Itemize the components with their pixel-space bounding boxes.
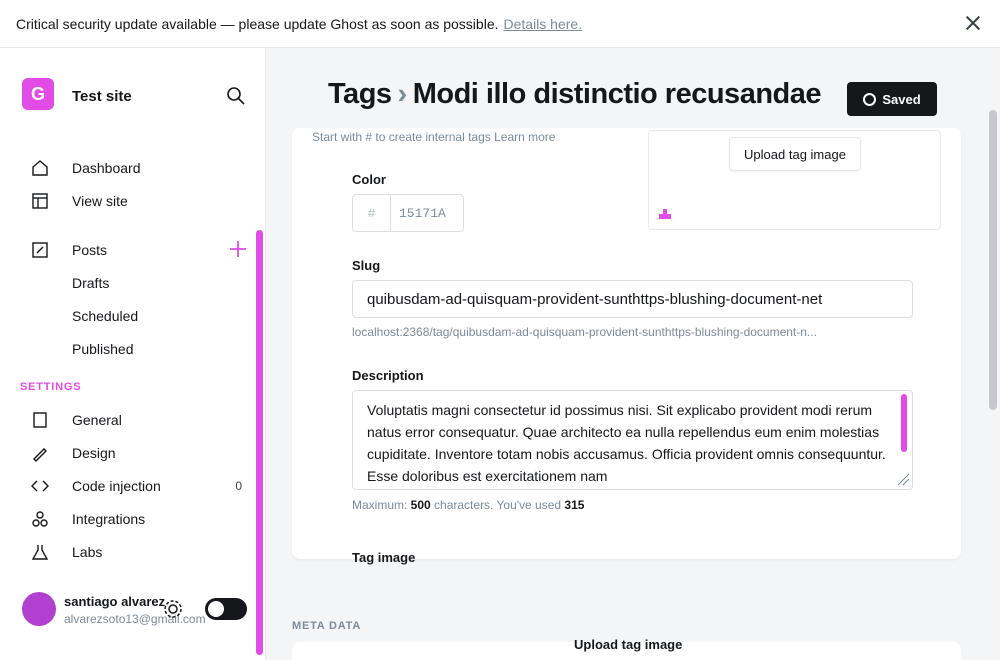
page-title: Modi illo distinctio recusandae bbox=[412, 78, 822, 110]
sidebar-item-code-injection[interactable]: Code injection 0 bbox=[30, 469, 260, 502]
main-scrollbar[interactable] bbox=[989, 110, 997, 410]
count-mid: characters. You've used bbox=[430, 498, 565, 512]
add-post-icon[interactable] bbox=[228, 239, 248, 259]
breadcrumb-tags-link[interactable]: Tags bbox=[328, 78, 392, 110]
meta-upload-tag-image-button[interactable]: Upload tag image bbox=[574, 637, 682, 652]
sidebar-item-label: General bbox=[72, 411, 122, 428]
upload-tag-image-button[interactable]: Upload tag image bbox=[729, 137, 861, 171]
home-icon bbox=[32, 159, 48, 176]
slug-label: Slug bbox=[352, 258, 381, 273]
banner-message: Critical security update available — ple… bbox=[16, 15, 499, 32]
color-value: 15171A bbox=[399, 205, 446, 221]
user-name: santiago alvarez bbox=[64, 594, 166, 609]
sidebar-item-label: Integrations bbox=[72, 510, 146, 527]
save-button-label: Saved bbox=[882, 91, 921, 107]
slug-url-preview: localhost:2368/tag/quibusdam-ad-quisquam… bbox=[352, 325, 817, 339]
sidebar-item-label: Scheduled bbox=[72, 307, 139, 324]
color-label: Color bbox=[352, 172, 386, 187]
sidebar-item-label: Design bbox=[72, 444, 116, 461]
sidebar-item-label: Labs bbox=[72, 543, 103, 560]
save-button[interactable]: Saved bbox=[847, 82, 937, 116]
breadcrumb-separator: › bbox=[397, 78, 408, 110]
description-char-count: Maximum: 500 characters. You've used 315 bbox=[352, 498, 584, 512]
upload-icon bbox=[659, 209, 671, 219]
sidebar-item-scheduled[interactable]: Scheduled bbox=[30, 299, 260, 332]
sidebar-item-labs[interactable]: Labs bbox=[30, 535, 260, 568]
tag-image-upload-area[interactable]: Upload tag image bbox=[648, 130, 941, 230]
gear-icon[interactable] bbox=[162, 598, 184, 620]
user-menu[interactable]: santiago alvarez alvarezsoto13@gmail.com bbox=[22, 588, 262, 632]
sidebar-item-label: Published bbox=[72, 340, 134, 357]
main-content: Tags › Modi illo distinctio recusandae Sav… bbox=[266, 48, 1000, 660]
integrations-icon bbox=[32, 510, 48, 527]
search-icon[interactable] bbox=[226, 86, 246, 106]
tag-name-hint: Start with # to create internal tags Lea… bbox=[312, 130, 556, 144]
description-label: Description bbox=[352, 368, 424, 383]
brush-icon bbox=[33, 447, 47, 462]
count-badge: 0 bbox=[235, 478, 242, 493]
sidebar-item-label: View site bbox=[72, 192, 128, 209]
close-icon[interactable] bbox=[964, 14, 982, 32]
slug-input[interactable]: quibusdam-ad-quisquam-provident-sunthttp… bbox=[352, 280, 913, 318]
settings-page-icon bbox=[33, 411, 47, 428]
user-email: alvarezsoto13@gmail.com bbox=[64, 612, 206, 626]
count-max: 500 bbox=[410, 498, 431, 512]
count-prefix: Maximum: bbox=[352, 498, 411, 512]
sidebar-item-view-site[interactable]: View site bbox=[30, 184, 260, 217]
layout-icon bbox=[32, 192, 48, 209]
color-hash-prefix: # bbox=[353, 195, 391, 231]
check-icon bbox=[863, 92, 877, 106]
sidebar-item-published[interactable]: Published bbox=[30, 332, 260, 365]
sidebar-item-design[interactable]: Design bbox=[30, 436, 260, 469]
description-textarea[interactable]: Voluptatis magni consectetur id possimus… bbox=[352, 390, 913, 490]
code-icon bbox=[31, 480, 49, 491]
site-title[interactable]: Test site bbox=[72, 88, 132, 105]
sidebar: G Test site Dashboard View site Posts Dr… bbox=[0, 48, 266, 660]
description-scrollbar[interactable] bbox=[901, 394, 907, 452]
sidebar-item-label: Dashboard bbox=[72, 159, 141, 176]
flask-icon bbox=[31, 544, 49, 560]
sidebar-item-label: Drafts bbox=[72, 274, 110, 291]
tag-image-label: Tag image bbox=[352, 550, 416, 565]
sidebar-item-posts[interactable]: Posts bbox=[30, 233, 260, 266]
sidebar-item-integrations[interactable]: Integrations bbox=[30, 502, 260, 535]
sidebar-item-dashboard[interactable]: Dashboard bbox=[30, 151, 260, 184]
breadcrumb: Tags › Modi illo distinctio recusandae bbox=[328, 78, 822, 111]
color-input[interactable]: # 15171A bbox=[352, 194, 464, 232]
sidebar-item-drafts[interactable]: Drafts bbox=[30, 266, 260, 299]
tag-settings-card: Start with # to create internal tags Lea… bbox=[292, 128, 961, 565]
sidebar-item-label: Posts bbox=[72, 241, 108, 258]
meta-data-section-label: META DATA bbox=[292, 620, 362, 632]
site-logo[interactable]: G bbox=[22, 78, 54, 110]
settings-section-label: SETTINGS bbox=[20, 381, 82, 393]
sidebar-item-general[interactable]: General bbox=[30, 403, 260, 436]
banner-details-link[interactable]: Details here. bbox=[504, 16, 583, 32]
resize-handle-icon[interactable] bbox=[896, 472, 910, 486]
avatar[interactable] bbox=[22, 592, 56, 626]
pen-icon bbox=[32, 241, 48, 258]
dark-mode-toggle[interactable] bbox=[205, 598, 247, 620]
sidebar-scrollbar[interactable] bbox=[256, 230, 263, 655]
settings-nav: General Design Code injection 0 Integrat… bbox=[30, 403, 260, 568]
main-nav: Dashboard View site Posts Drafts Schedul… bbox=[30, 151, 260, 365]
sidebar-item-label: Code injection bbox=[72, 477, 161, 494]
count-used: 315 bbox=[564, 498, 585, 512]
update-banner: Critical security update available — ple… bbox=[0, 0, 1000, 48]
